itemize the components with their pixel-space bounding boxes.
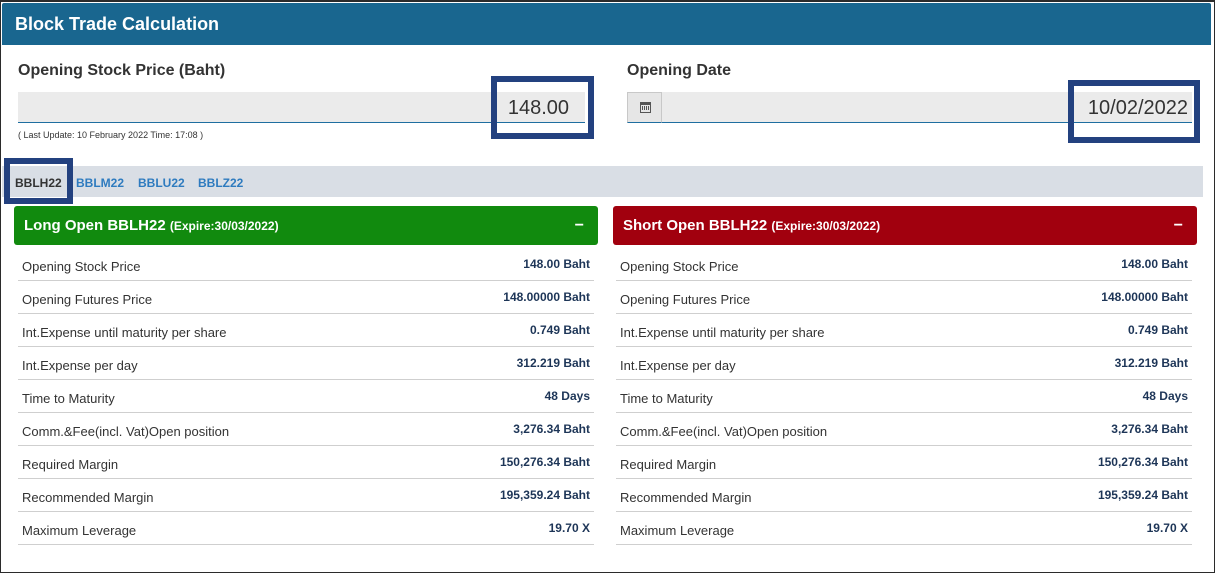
list-item: Opening Futures Price 148.00000 Baht: [616, 281, 1192, 314]
list-item: Int.Expense per day 312.219 Baht: [616, 347, 1192, 380]
row-value: 150,276.34 Baht: [499, 455, 590, 469]
stock-price-label: Opening Stock Price (Baht): [18, 62, 226, 79]
short-panel-title: Short Open BBLH22: [623, 217, 768, 234]
list-item: Maximum Leverage 19.70 X: [18, 512, 594, 545]
row-label: Opening Futures Price: [22, 292, 153, 307]
row-label: Opening Stock Price: [620, 259, 739, 274]
row-value: 19.70 X: [548, 521, 590, 535]
list-item: Int.Expense until maturity per share 0.74…: [616, 314, 1192, 347]
list-item: Time to Maturity 48 Days: [18, 380, 594, 413]
opening-date-label: Opening Date: [627, 62, 732, 79]
stock-price-highlight: [491, 76, 594, 139]
list-item: Comm.&Fee(incl. Vat)Open position 3,276.3…: [616, 413, 1192, 446]
list-item: Required Margin 150,276.34 Baht: [616, 446, 1192, 479]
row-value: 150,276.34 Baht: [1097, 455, 1188, 469]
row-value: 0.749 Baht: [529, 323, 590, 337]
row-label: Recommended Margin: [22, 490, 154, 505]
list-item: Comm.&Fee(incl. Vat)Open position 3,276.3…: [18, 413, 594, 446]
row-value: 3,276.34 Baht: [1111, 422, 1188, 436]
long-panel-collapse-button[interactable]: −: [575, 206, 584, 245]
short-panel-collapse-button[interactable]: −: [1174, 206, 1183, 245]
short-panel-header: Short Open BBLH22 (Expire:30/03/2022) −: [613, 206, 1197, 245]
page-title: Block Trade Calculation: [2, 3, 1211, 45]
last-update-text: ( Last Update: 10 February 2022 Time: 17…: [18, 130, 204, 140]
tab-bblz22[interactable]: BBLZ22: [198, 176, 243, 190]
list-item: Opening Futures Price 148.00000 Baht: [18, 281, 594, 314]
row-label: Opening Stock Price: [22, 259, 141, 274]
row-label: Opening Futures Price: [620, 292, 751, 307]
opening-date-highlight: [1068, 80, 1200, 143]
long-panel-header: Long Open BBLH22 (Expire:30/03/2022) −: [14, 206, 598, 245]
row-value: 48 Days: [1142, 389, 1188, 403]
row-label: Int.Expense until maturity per share: [22, 325, 227, 340]
row-value: 195,359.24 Baht: [499, 488, 590, 502]
row-value: 148.00 Baht: [1121, 257, 1188, 271]
list-item: Int.Expense per day 312.219 Baht: [18, 347, 594, 380]
long-panel-title: Long Open BBLH22: [24, 217, 166, 234]
list-item: Opening Stock Price 148.00 Baht: [616, 248, 1192, 281]
row-value: 312.219 Baht: [1114, 356, 1188, 370]
row-label: Required Margin: [620, 457, 717, 472]
row-label: Int.Expense per day: [620, 358, 736, 373]
row-label: Comm.&Fee(incl. Vat)Open position: [620, 424, 828, 439]
row-label: Comm.&Fee(incl. Vat)Open position: [22, 424, 230, 439]
row-value: 3,276.34 Baht: [513, 422, 590, 436]
short-panel-expire: (Expire:30/03/2022): [771, 219, 881, 233]
active-tab-highlight: [4, 158, 73, 204]
row-label: Int.Expense per day: [22, 358, 138, 373]
list-item: Opening Stock Price 148.00 Baht: [18, 248, 594, 281]
list-item: Recommended Margin 195,359.24 Baht: [616, 479, 1192, 512]
tab-bblu22[interactable]: BBLU22: [138, 176, 185, 190]
row-value: 148.00 Baht: [523, 257, 590, 271]
row-label: Required Margin: [22, 457, 119, 472]
row-value: 0.749 Baht: [1127, 323, 1188, 337]
calendar-button[interactable]: [627, 92, 662, 123]
row-label: Time to Maturity: [22, 391, 115, 406]
calendar-icon: [640, 102, 651, 113]
list-item: Required Margin 150,276.34 Baht: [18, 446, 594, 479]
list-item: Time to Maturity 48 Days: [616, 380, 1192, 413]
long-panel-rows: Opening Stock Price 148.00 Baht Opening F…: [18, 248, 594, 545]
row-value: 48 Days: [544, 389, 590, 403]
long-panel-expire: (Expire:30/03/2022): [169, 219, 279, 233]
row-label: Maximum Leverage: [22, 523, 137, 538]
list-item: Maximum Leverage 19.70 X: [616, 512, 1192, 545]
row-value: 195,359.24 Baht: [1097, 488, 1188, 502]
row-label: Recommended Margin: [620, 490, 752, 505]
row-label: Maximum Leverage: [620, 523, 735, 538]
row-value: 19.70 X: [1146, 521, 1188, 535]
row-label: Int.Expense until maturity per share: [620, 325, 825, 340]
row-value: 312.219 Baht: [516, 356, 590, 370]
row-label: Time to Maturity: [620, 391, 713, 406]
row-value: 148.00000 Baht: [1101, 290, 1188, 304]
list-item: Recommended Margin 195,359.24 Baht: [18, 479, 594, 512]
list-item: Int.Expense until maturity per share 0.74…: [18, 314, 594, 347]
short-panel-rows: Opening Stock Price 148.00 Baht Opening F…: [616, 248, 1192, 545]
tab-bblm22[interactable]: BBLM22: [76, 176, 124, 190]
row-value: 148.00000 Baht: [503, 290, 590, 304]
